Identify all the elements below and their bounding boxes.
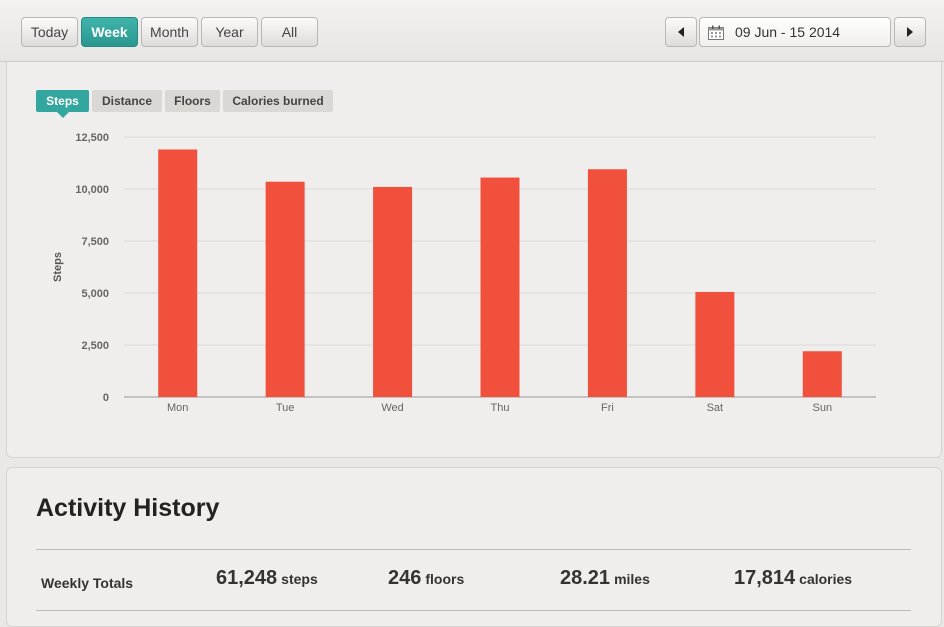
x-tick-label: Tue bbox=[276, 402, 295, 414]
x-tick-label: Wed bbox=[381, 402, 403, 414]
x-tick-label: Fri bbox=[601, 402, 614, 414]
bar-wed bbox=[373, 186, 413, 397]
x-tick-label: Mon bbox=[167, 402, 188, 414]
total-calories-unit: calories bbox=[799, 571, 853, 587]
y-tick-label: 7,500 bbox=[81, 236, 109, 248]
y-axis-label: Steps bbox=[52, 252, 64, 282]
y-tick-label: 10,000 bbox=[75, 184, 109, 196]
divider bbox=[36, 549, 911, 550]
steps-bar-chart: 0 2,500 5,000 7,500 10,000 12,500 Steps Mon Tue W… bbox=[52, 132, 876, 414]
y-tick-label: 12,500 bbox=[75, 132, 109, 144]
total-steps-value: 61,248 bbox=[216, 567, 278, 589]
y-tick-label: 2,500 bbox=[81, 340, 109, 352]
weekly-totals-label: Weekly Totals bbox=[41, 575, 134, 591]
bar-thu bbox=[480, 177, 520, 397]
bar-tue bbox=[265, 181, 305, 397]
total-floors-value: 246 bbox=[388, 567, 422, 589]
x-tick-label: Sun bbox=[812, 402, 832, 414]
y-tick-label: 5,000 bbox=[81, 288, 109, 300]
x-tick-label: Sat bbox=[707, 402, 724, 414]
total-calories-value: 17,814 bbox=[734, 567, 796, 589]
activity-history-title: Activity History bbox=[36, 494, 220, 522]
total-calories: 17,814 calories bbox=[734, 567, 852, 590]
bar-sun bbox=[802, 351, 842, 397]
total-steps-unit: steps bbox=[281, 571, 318, 587]
activity-history-panel bbox=[6, 467, 942, 627]
bar-sat bbox=[695, 291, 735, 397]
total-miles-value: 28.21 bbox=[560, 567, 611, 589]
total-miles-unit: miles bbox=[614, 571, 650, 587]
divider bbox=[36, 610, 911, 611]
total-floors: 246 floors bbox=[388, 567, 464, 590]
total-floors-unit: floors bbox=[425, 571, 465, 587]
bar-mon bbox=[158, 149, 198, 397]
x-tick-label: Thu bbox=[491, 402, 510, 414]
total-miles: 28.21 miles bbox=[560, 567, 650, 590]
y-tick-label: 0 bbox=[103, 392, 109, 404]
bar-fri bbox=[587, 169, 627, 397]
total-steps: 61,248 steps bbox=[216, 567, 318, 590]
